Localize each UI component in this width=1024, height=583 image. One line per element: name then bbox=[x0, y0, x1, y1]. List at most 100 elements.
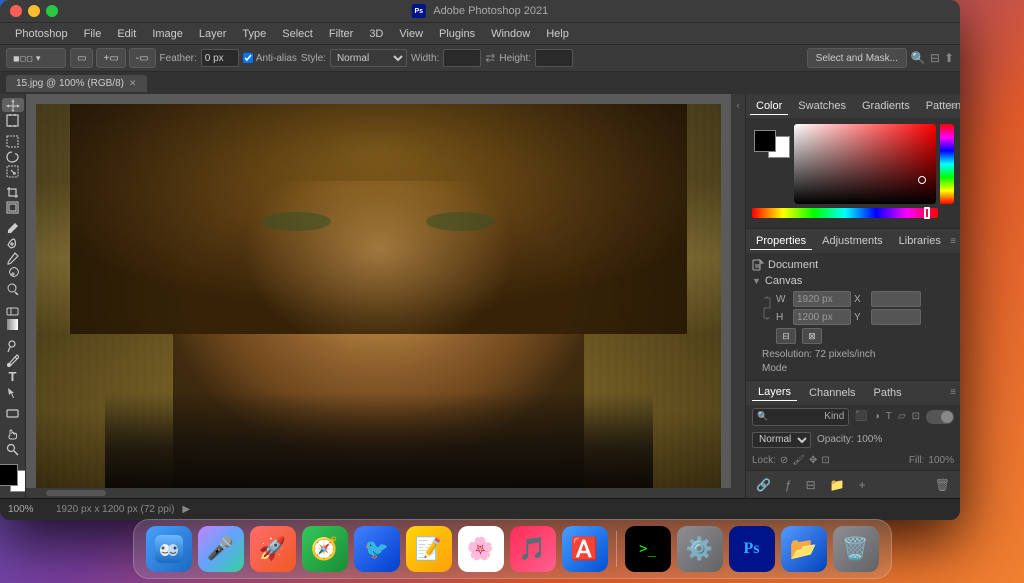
panel-collapse-arrow[interactable]: ‹ bbox=[731, 94, 745, 498]
tool-eyedropper[interactable] bbox=[2, 222, 24, 235]
tool-artboard[interactable] bbox=[2, 114, 24, 127]
tool-dodge[interactable] bbox=[2, 339, 24, 352]
tool-hand[interactable] bbox=[2, 428, 24, 441]
height-value[interactable]: 1200 px bbox=[793, 309, 851, 325]
subtract-selection-btn[interactable]: -▭ bbox=[129, 48, 156, 68]
tab-close-btn[interactable]: ✕ bbox=[129, 78, 137, 89]
tool-type[interactable]: T bbox=[2, 369, 24, 384]
dock-item-photoshop[interactable]: Ps bbox=[729, 526, 775, 572]
tool-move[interactable] bbox=[2, 98, 24, 112]
fit-btn[interactable]: ⊟ bbox=[776, 328, 796, 344]
menu-edit[interactable]: Edit bbox=[110, 26, 143, 42]
dock-item-terminal[interactable]: >_ bbox=[625, 526, 671, 572]
lock-position-btn[interactable]: ✥ bbox=[809, 455, 817, 466]
tool-lasso[interactable] bbox=[2, 150, 24, 163]
fullscreen-button[interactable] bbox=[46, 5, 58, 17]
menu-file[interactable]: File bbox=[77, 26, 109, 42]
height-input[interactable] bbox=[535, 49, 573, 67]
tool-clone-stamp[interactable] bbox=[2, 267, 24, 280]
antialias-checkbox[interactable] bbox=[243, 53, 253, 63]
menu-plugins[interactable]: Plugins bbox=[432, 26, 482, 42]
tab-properties[interactable]: Properties bbox=[750, 233, 812, 250]
color-swatches-small[interactable] bbox=[754, 130, 790, 158]
fill-btn[interactable]: ⊠ bbox=[802, 328, 822, 344]
style-select[interactable]: Normal Fixed Ratio Fixed Size bbox=[330, 49, 407, 67]
tool-frame[interactable] bbox=[2, 201, 24, 214]
y-value[interactable] bbox=[871, 309, 921, 325]
search-icon[interactable]: 🔍 bbox=[911, 51, 926, 65]
x-value[interactable] bbox=[871, 291, 921, 307]
menu-image[interactable]: Image bbox=[145, 26, 190, 42]
filter-smart-btn[interactable]: ⊡ bbox=[910, 410, 922, 423]
color-panel-menu-icon[interactable]: ≡ bbox=[950, 101, 956, 112]
tool-crop[interactable] bbox=[2, 186, 24, 199]
fill-value[interactable]: 100% bbox=[928, 455, 954, 466]
filter-shape-btn[interactable]: ▱ bbox=[896, 410, 908, 423]
hue-cursor[interactable] bbox=[924, 207, 930, 219]
scrollbar-thumb-h[interactable] bbox=[46, 490, 106, 496]
tab-adjustments[interactable]: Adjustments bbox=[816, 233, 889, 249]
foreground-color[interactable] bbox=[0, 464, 18, 486]
tool-brush[interactable] bbox=[2, 252, 24, 265]
dock-item-trash[interactable]: 🗑️ bbox=[833, 526, 879, 572]
properties-panel-menu[interactable]: ≡ bbox=[950, 236, 956, 247]
menu-filter[interactable]: Filter bbox=[322, 26, 360, 42]
width-value[interactable]: 1920 px bbox=[793, 291, 851, 307]
document-tab[interactable]: 15.jpg @ 100% (RGB/8) ✕ bbox=[6, 75, 147, 92]
traffic-lights[interactable] bbox=[10, 5, 58, 17]
screen-mode-icon[interactable]: ⊟ bbox=[930, 51, 940, 65]
dock-item-folder[interactable]: 📂 bbox=[781, 526, 827, 572]
tool-zoom[interactable] bbox=[2, 443, 24, 456]
new-selection-btn[interactable]: ▭ bbox=[70, 48, 93, 68]
dock-item-settings[interactable]: ⚙️ bbox=[677, 526, 723, 572]
lock-image-btn[interactable]: 🖌 bbox=[792, 455, 805, 466]
tab-gradients[interactable]: Gradients bbox=[856, 98, 916, 114]
tab-paths[interactable]: Paths bbox=[868, 385, 908, 401]
add-style-btn[interactable]: ƒ bbox=[781, 476, 796, 494]
menu-layer[interactable]: Layer bbox=[192, 26, 234, 42]
menu-window[interactable]: Window bbox=[484, 26, 537, 42]
dock-item-launchpad[interactable]: 🚀 bbox=[250, 526, 296, 572]
feather-input[interactable] bbox=[201, 49, 239, 67]
link-layers-btn[interactable]: 🔗 bbox=[752, 476, 775, 494]
new-group-btn[interactable]: 📁 bbox=[826, 476, 849, 494]
tab-libraries[interactable]: Libraries bbox=[893, 233, 947, 249]
menu-3d[interactable]: 3D bbox=[362, 26, 390, 42]
new-layer-btn[interactable]: + bbox=[855, 476, 870, 494]
menu-type[interactable]: Type bbox=[235, 26, 273, 42]
tool-path-selection[interactable] bbox=[2, 386, 24, 399]
tool-rectangle-shape[interactable] bbox=[2, 407, 24, 420]
dock-item-safari[interactable]: 🧭 bbox=[302, 526, 348, 572]
tab-swatches[interactable]: Swatches bbox=[792, 98, 852, 114]
tool-object-select[interactable] bbox=[2, 165, 24, 178]
menu-help[interactable]: Help bbox=[539, 26, 576, 42]
dock-item-siri[interactable]: 🎤 bbox=[198, 526, 244, 572]
tab-layers[interactable]: Layers bbox=[752, 384, 797, 401]
delete-layer-btn[interactable]: 🗑 bbox=[931, 476, 954, 494]
tool-pen[interactable] bbox=[2, 354, 24, 367]
canvas-inner[interactable] bbox=[36, 104, 721, 488]
tool-eraser[interactable] bbox=[2, 303, 24, 316]
fg-bg-colors[interactable] bbox=[0, 458, 26, 496]
dock-item-photos[interactable]: 🌸 bbox=[458, 526, 504, 572]
add-mask-btn[interactable]: ⊟ bbox=[802, 476, 820, 494]
dock-item-finder[interactable] bbox=[146, 526, 192, 572]
canvas-scrollbar-h[interactable] bbox=[26, 488, 731, 498]
fg-color-swatch[interactable] bbox=[754, 130, 776, 152]
shape-btns[interactable]: ▭ +▭ -▭ bbox=[70, 48, 156, 68]
width-input[interactable] bbox=[443, 49, 481, 67]
filter-adjustment-btn[interactable]: ◑ bbox=[872, 410, 882, 423]
menu-photoshop[interactable]: Photoshop bbox=[8, 26, 75, 42]
dock-item-mail[interactable]: 🐦 bbox=[354, 526, 400, 572]
gradient-cursor[interactable] bbox=[918, 176, 926, 184]
filter-toggle[interactable] bbox=[926, 410, 954, 424]
filter-pixel-btn[interactable]: ⬛ bbox=[853, 410, 869, 423]
tool-rectangular-marquee[interactable] bbox=[2, 135, 24, 148]
dock-item-appstore[interactable]: 🅰️ bbox=[562, 526, 608, 572]
lock-transparent-btn[interactable]: ⊘ bbox=[780, 455, 788, 466]
tool-history-brush[interactable] bbox=[2, 282, 24, 295]
minimize-button[interactable] bbox=[28, 5, 40, 17]
lock-artboard-btn[interactable]: ⊡ bbox=[821, 455, 829, 466]
layers-search-input[interactable] bbox=[771, 411, 821, 422]
share-icon[interactable]: ⬆ bbox=[944, 51, 954, 65]
